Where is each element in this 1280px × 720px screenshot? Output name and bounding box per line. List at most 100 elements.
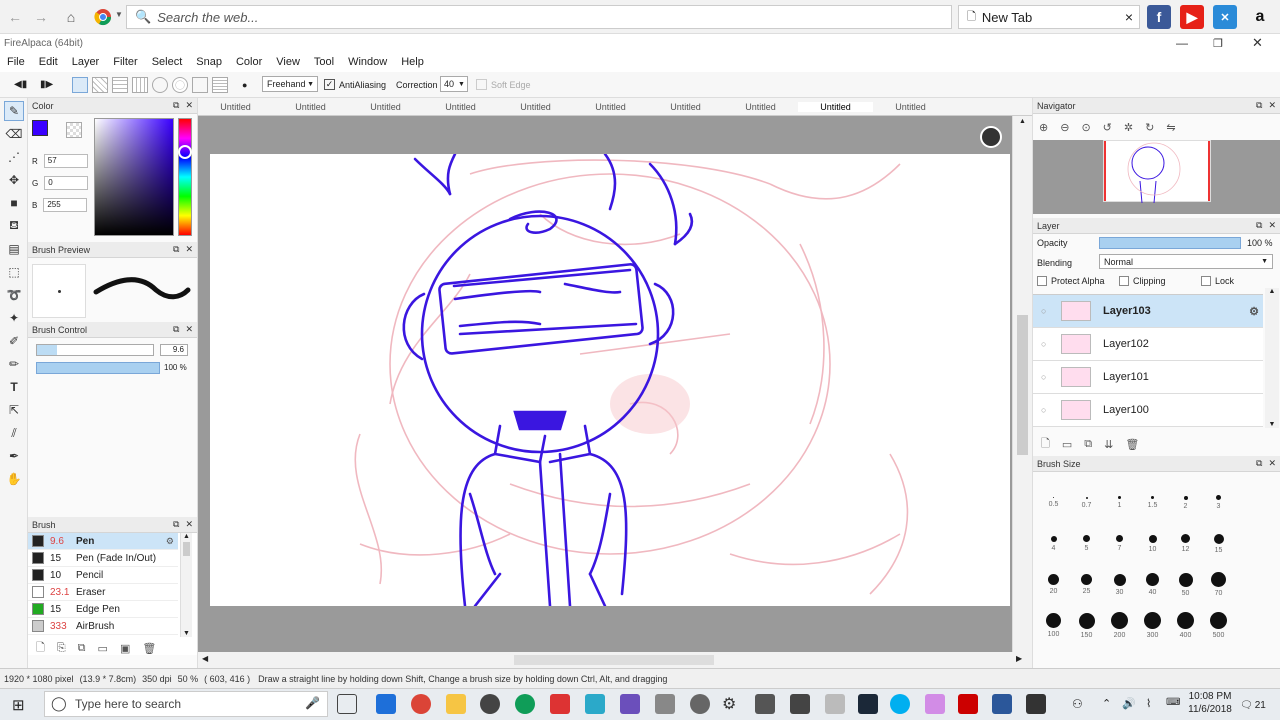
crisscross-snap-icon[interactable] bbox=[112, 76, 128, 93]
menu-view[interactable]: View bbox=[276, 56, 300, 68]
word-icon[interactable] bbox=[992, 694, 1012, 714]
rotate-left-icon[interactable]: ↺ bbox=[1103, 121, 1112, 134]
eye-icon[interactable]: ○ bbox=[1041, 405, 1046, 415]
menu-snap[interactable]: Snap bbox=[196, 56, 222, 68]
layer-row[interactable]: ○ Layer101 bbox=[1033, 361, 1263, 394]
canvas-horizontal-scrollbar[interactable]: ◀ ▶ bbox=[198, 652, 1032, 668]
mail-icon[interactable] bbox=[655, 694, 675, 714]
parallel-snap-icon[interactable] bbox=[92, 76, 108, 93]
brush-dot-icon[interactable]: ● bbox=[242, 80, 247, 90]
brush-item-pencil[interactable]: 10 Pencil bbox=[28, 567, 178, 584]
lock-toggle[interactable]: Lock bbox=[1201, 276, 1234, 286]
brush-size-option[interactable]: 10 bbox=[1136, 523, 1169, 564]
scroll-down-icon[interactable]: ▼ bbox=[1269, 421, 1276, 428]
protect-alpha-toggle[interactable]: Protect Alpha bbox=[1037, 276, 1105, 286]
scroll-left-icon[interactable]: ◀ bbox=[202, 654, 208, 663]
blending-mode-select[interactable]: Normal ▼ bbox=[1099, 254, 1273, 269]
windows-start-icon[interactable]: ⊞ bbox=[12, 696, 25, 714]
gradient-tool-icon[interactable]: ▤ bbox=[4, 239, 24, 259]
correction-select[interactable]: 40 ▼ bbox=[440, 76, 468, 92]
rotate-reset-icon[interactable]: ✲ bbox=[1124, 121, 1133, 134]
eyedropper-tool-icon[interactable]: ✒ bbox=[4, 446, 24, 466]
eraser-tool-icon[interactable]: ⌫ bbox=[4, 124, 24, 144]
chrome-icon[interactable] bbox=[92, 6, 114, 28]
firealpaca-taskbar-icon[interactable] bbox=[480, 694, 500, 714]
scroll-thumb[interactable] bbox=[514, 655, 714, 665]
scroll-up-icon[interactable]: ▲ bbox=[1269, 288, 1276, 295]
bucket-tool-icon[interactable]: ⛾ bbox=[4, 216, 24, 236]
volume-icon[interactable]: 🔊 bbox=[1122, 697, 1136, 710]
brush-size-option[interactable]: 50 bbox=[1169, 564, 1202, 605]
brush-item-pen-fade[interactable]: 15 Pen (Fade In/Out) bbox=[28, 550, 178, 567]
eye-icon[interactable]: ○ bbox=[1041, 339, 1046, 349]
brush-item-edge-pen[interactable]: 15 Edge Pen bbox=[28, 601, 178, 618]
drawing-canvas[interactable] bbox=[210, 154, 1010, 606]
chrome-alt-icon[interactable] bbox=[515, 694, 535, 714]
menu-layer[interactable]: Layer bbox=[72, 56, 100, 68]
new-brush-icon[interactable]: 🗋 bbox=[36, 639, 45, 658]
layer-settings-icon[interactable]: ⚙ bbox=[1249, 305, 1259, 318]
brush-mode-select[interactable]: Freehand ▼ bbox=[262, 76, 318, 92]
new-layer-icon[interactable]: 🗋 bbox=[1041, 435, 1050, 454]
brush-size-value[interactable]: 9.6 bbox=[160, 344, 188, 356]
edge-icon[interactable] bbox=[376, 694, 396, 714]
game-controller-icon[interactable]: ✕ bbox=[1213, 5, 1237, 29]
copy-brush-icon[interactable]: ⎘ bbox=[57, 642, 66, 655]
checkbox-icon[interactable] bbox=[1119, 276, 1129, 286]
snap-off-icon[interactable] bbox=[72, 76, 88, 93]
network-app-icon[interactable] bbox=[790, 694, 810, 714]
notification-center[interactable]: 🗨 21 bbox=[1240, 696, 1272, 714]
brush-size-option[interactable]: 0.7 bbox=[1070, 482, 1103, 523]
doc-tab[interactable]: Untitled bbox=[573, 102, 648, 112]
web-search-input[interactable]: 🔍 Search the web... bbox=[126, 5, 952, 29]
chrome-taskbar-icon[interactable] bbox=[411, 694, 431, 714]
color-saturation-picker[interactable] bbox=[94, 118, 174, 236]
select-eraser-icon[interactable]: ✏ bbox=[4, 354, 24, 374]
checkbox-checked-icon[interactable]: ✓ bbox=[324, 79, 335, 90]
prev-icon[interactable]: ◀▮ bbox=[14, 79, 27, 90]
video-editor-icon[interactable] bbox=[755, 694, 775, 714]
brush-size-option[interactable]: 150 bbox=[1070, 605, 1103, 646]
zoom-in-icon[interactable]: ⊕ bbox=[1039, 121, 1048, 134]
doc-tab[interactable]: Untitled bbox=[648, 102, 723, 112]
layer-list-scrollbar[interactable]: ▲ ▼ bbox=[1265, 288, 1279, 428]
menu-color[interactable]: Color bbox=[236, 56, 262, 68]
blue-value-field[interactable]: 255 bbox=[43, 198, 88, 212]
menu-file[interactable]: File bbox=[7, 56, 25, 68]
paste-brush-icon[interactable]: ▣ bbox=[120, 642, 130, 655]
close-icon[interactable]: ✕ bbox=[1268, 458, 1276, 469]
checkbox-icon[interactable] bbox=[476, 79, 487, 90]
doc-tab[interactable]: Untitled bbox=[423, 102, 498, 112]
float-icon[interactable]: ⧉ bbox=[1256, 100, 1262, 111]
close-icon[interactable]: ✕ bbox=[185, 244, 193, 255]
task-view-icon[interactable] bbox=[337, 694, 357, 714]
alpaca-mascot-icon[interactable] bbox=[980, 126, 1002, 148]
tab-close-icon[interactable]: × bbox=[1125, 9, 1133, 25]
float-icon[interactable]: ⧉ bbox=[1256, 220, 1262, 231]
clipping-toggle[interactable]: Clipping bbox=[1119, 276, 1166, 286]
fill-tool-icon[interactable]: ■ bbox=[4, 193, 24, 213]
text-tool-icon[interactable]: T bbox=[4, 377, 24, 397]
checkbox-icon[interactable] bbox=[1037, 276, 1047, 286]
curve-snap-icon[interactable] bbox=[192, 76, 208, 93]
skype-icon[interactable] bbox=[890, 694, 910, 714]
browser-tab[interactable]: 🗋 New Tab × bbox=[958, 5, 1140, 29]
brush-item-airbrush[interactable]: 333 AirBrush bbox=[28, 618, 178, 635]
delete-layer-icon[interactable]: 🗑 bbox=[1125, 438, 1139, 451]
brush-size-option[interactable]: 4 bbox=[1037, 523, 1070, 564]
eye-icon[interactable]: ○ bbox=[1041, 306, 1046, 316]
brush-size-option[interactable]: 15 bbox=[1202, 523, 1235, 564]
scroll-right-icon[interactable]: ▶ bbox=[1016, 654, 1022, 663]
youtube-icon[interactable]: ▶ bbox=[1180, 5, 1204, 29]
layer-row[interactable]: ○ Layer100 bbox=[1033, 394, 1263, 427]
brush-size-option[interactable]: 200 bbox=[1103, 605, 1136, 646]
close-icon[interactable]: ✕ bbox=[1268, 220, 1276, 231]
brush-size-option[interactable]: 7 bbox=[1103, 523, 1136, 564]
brush-item-pen[interactable]: 9.6 Pen ⚙ bbox=[28, 533, 178, 550]
float-icon[interactable]: ⧉ bbox=[173, 100, 179, 111]
menu-window[interactable]: Window bbox=[348, 56, 387, 68]
app-icon[interactable] bbox=[550, 694, 570, 714]
float-icon[interactable]: ⧉ bbox=[173, 324, 179, 335]
duplicate-brush-icon[interactable]: ⧉ bbox=[78, 642, 86, 655]
brush-settings-icon[interactable]: ⚙ bbox=[166, 536, 174, 547]
